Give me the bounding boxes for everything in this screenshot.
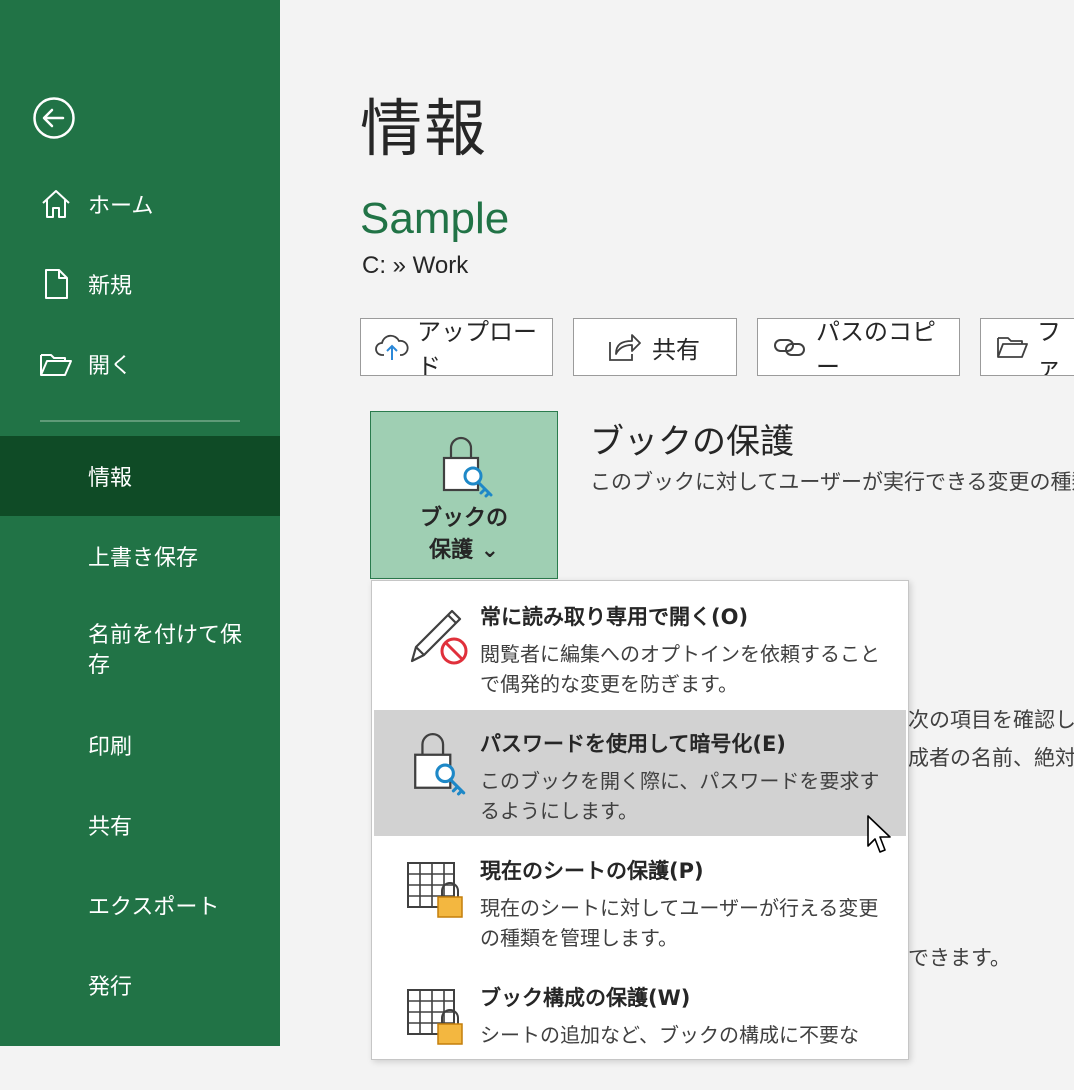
sidebar-item-open[interactable]: 開く	[0, 324, 280, 404]
mouse-cursor-icon	[867, 815, 891, 853]
menu-item-title: パスワードを使用して暗号化(E)	[480, 732, 786, 756]
menu-item-description: このブックを開く際に、パスワードを要求するようにします。	[480, 769, 880, 823]
sidebar-item-share[interactable]: 共有	[0, 785, 280, 865]
protect-workbook-button[interactable]: ブックの 保護 ⌄	[370, 411, 558, 579]
sidebar-item-export[interactable]: エクスポート	[0, 865, 280, 945]
sidebar-item-save-as[interactable]: 名前を付けて保存	[0, 606, 280, 696]
menu-item-title: ブック構成の保護(W)	[480, 986, 691, 1010]
sidebar-item-home[interactable]: ホーム	[0, 164, 280, 244]
share-icon	[609, 334, 641, 361]
menu-item-description: 閲覧者に編集へのオプトインを依頼することで偶発的な変更を防ぎます。	[480, 642, 880, 696]
section-title: ブックの保護	[590, 422, 794, 462]
workbook-lock-icon	[407, 989, 463, 1045]
sidebar-item-label: 情報	[88, 466, 133, 491]
protect-workbook-menu: 常に読み取り専用で開く(O) 閲覧者に編集へのオプトインを依頼することで偶発的な…	[371, 580, 909, 1060]
sidebar-item-new[interactable]: 新規	[0, 244, 280, 324]
document-path: C: » Work	[362, 252, 469, 279]
lock-key-icon	[442, 436, 493, 498]
sidebar-item-label: 新規	[88, 274, 133, 299]
open-folder-icon	[40, 354, 72, 376]
inspect-text-line1: 次の項目を確認し	[908, 708, 1074, 732]
sidebar-item-label: 名前を付けて保存	[88, 623, 243, 678]
sidebar-item-info[interactable]: 情報	[0, 436, 280, 516]
share-button[interactable]: 共有	[573, 318, 737, 376]
link-icon	[774, 339, 805, 356]
protect-button-label-line2: 保護 ⌄	[428, 538, 500, 563]
sidebar-item-print[interactable]: 印刷	[0, 705, 280, 785]
share-button-label: 共有	[652, 335, 700, 364]
page-title: 情報	[360, 92, 489, 165]
sidebar-item-label: 開く	[88, 354, 133, 379]
sidebar-item-label: エクスポート	[88, 895, 220, 920]
menu-item-encrypt-with-password[interactable]: パスワードを使用して暗号化(E) このブックを開く際に、パスワードを要求するよう…	[374, 710, 906, 836]
protect-button-label-line1: ブックの	[419, 506, 508, 531]
cloud-upload-icon	[375, 334, 409, 360]
sidebar-item-label: ホーム	[88, 194, 154, 219]
document-name: Sample	[360, 194, 510, 243]
back-button[interactable]	[32, 96, 76, 140]
sidebar-item-label: 印刷	[88, 735, 133, 760]
open-file-location-button[interactable]: ファ	[980, 318, 1074, 376]
sidebar-item-publish[interactable]: 発行	[0, 945, 280, 1025]
back-arrow-icon	[33, 97, 75, 139]
backstage-sidebar: ホーム 新規 開く 情報 上書き保存 名前を付けて保存 印刷 共有 エクスポート…	[0, 0, 280, 1046]
sheet-lock-icon	[407, 862, 463, 918]
versions-text-line: できます。	[908, 946, 1011, 970]
menu-item-title: 常に読み取り専用で開く(O)	[480, 605, 749, 629]
menu-item-description: 現在のシートに対してユーザーが行える変更の種類を管理します。	[480, 896, 879, 950]
menu-item-protect-workbook-structure[interactable]: ブック構成の保護(W) シートの追加など、ブックの構成に不要な	[374, 964, 906, 1090]
menu-item-always-open-read-only[interactable]: 常に読み取り専用で開く(O) 閲覧者に編集へのオプトインを依頼することで偶発的な…	[374, 583, 906, 709]
pencil-no-icon	[410, 609, 468, 665]
sidebar-divider	[40, 420, 240, 422]
open-file-location-label: ファ	[1037, 318, 1061, 376]
copy-path-button-label: パスのコピー	[816, 318, 936, 376]
new-document-icon	[45, 269, 68, 299]
inspect-text-line2: 成者の名前、絶対	[908, 746, 1074, 770]
sidebar-item-label: 発行	[88, 975, 133, 1000]
sidebar-item-save[interactable]: 上書き保存	[0, 516, 280, 596]
upload-button-label: アップロード	[417, 318, 537, 376]
lock-key-icon	[414, 733, 466, 796]
home-icon	[42, 190, 70, 218]
menu-item-protect-current-sheet[interactable]: 現在のシートの保護(P) 現在のシートに対してユーザーが行える変更の種類を管理し…	[374, 837, 906, 963]
section-description: このブックに対してユーザーが実行できる変更の種類	[590, 470, 1074, 494]
menu-item-title: 現在のシートの保護(P)	[480, 859, 704, 883]
sidebar-item-label: 上書き保存	[88, 546, 199, 571]
folder-icon	[997, 337, 1028, 358]
upload-button[interactable]: アップロード	[360, 318, 553, 376]
copy-path-button[interactable]: パスのコピー	[757, 318, 960, 376]
sidebar-item-label: 共有	[88, 815, 133, 840]
